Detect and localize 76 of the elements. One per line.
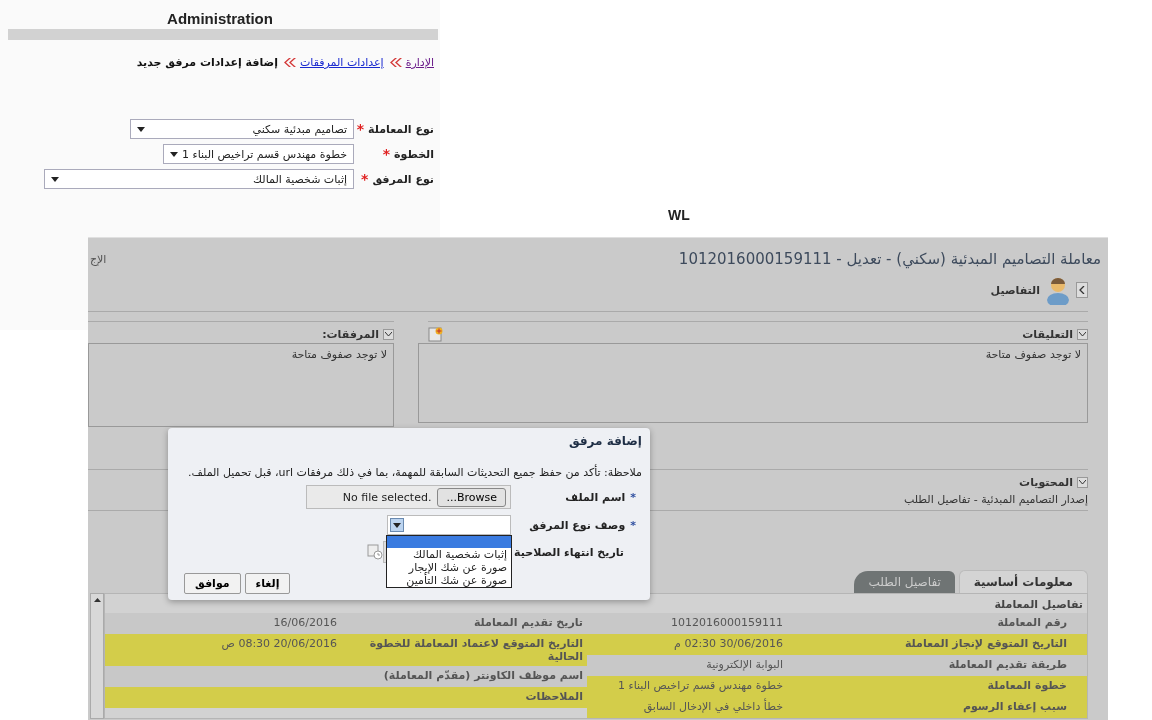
required-mark: *	[382, 146, 391, 162]
label-cell: التاريخ المتوقع لإنجاز المعاملة	[904, 637, 1067, 650]
caret-icon	[51, 176, 59, 182]
scrollbar[interactable]	[90, 593, 104, 719]
section-title: Administration	[167, 10, 273, 27]
caret-icon	[170, 151, 178, 157]
caret-icon	[393, 522, 401, 528]
chevron-down-icon	[385, 332, 392, 336]
double-chevron-icon	[282, 58, 296, 67]
label-cell: الملاحظات	[525, 690, 583, 703]
section-header: المحتويات	[1019, 475, 1073, 489]
field-label: نوع المرفق	[372, 172, 434, 186]
label-cell: خطوة المعاملة	[987, 679, 1067, 692]
chevron-down-icon	[1079, 332, 1086, 336]
calendar-icon[interactable]	[367, 544, 383, 560]
dialog-button[interactable]: إلغاء	[244, 573, 291, 594]
person-icon	[1046, 275, 1070, 305]
field-label: تاريخ انتهاء الصلاحية	[514, 545, 624, 559]
up-arrow-icon	[93, 598, 101, 602]
empty-message: لا توجد صفوف متاحة	[291, 348, 387, 361]
value-cell: 16/06/2016	[273, 616, 337, 629]
select-field[interactable]: تصاميم مبدئية سكني	[130, 119, 354, 139]
value-cell: خطوة مهندس قسم تراخيص البناء 1	[618, 679, 783, 692]
section-header: التعليقات	[1022, 327, 1073, 341]
label-cell: رقم المعاملة	[997, 616, 1067, 629]
dropdown-option[interactable]: صورة عن شك التأمين	[387, 574, 511, 587]
label-cell: طريقة تقديم المعاملة	[948, 658, 1067, 671]
value-cell: 30/06/2016 02:30 م	[674, 637, 783, 650]
collapse-button[interactable]	[1077, 476, 1088, 488]
chevron-icon	[1079, 286, 1085, 294]
browse-button[interactable]: Browse...	[437, 487, 506, 507]
section-header: المرفقات:	[322, 327, 379, 341]
caret-icon	[137, 126, 145, 132]
file-field[interactable]: No file selected. Browse...	[306, 485, 511, 509]
value-cell: البوابة الإلكترونية	[706, 658, 783, 671]
expand-button[interactable]	[1076, 282, 1088, 298]
required-mark: *	[356, 121, 365, 137]
empty-message: لا توجد صفوف متاحة	[985, 348, 1081, 361]
label-cell: اسم موظف الكاونتر (مقدّم المعاملة)	[383, 669, 583, 682]
label-cell: التاريخ المتوقع لاعتماد المعاملة للخطوة الحالية	[369, 637, 583, 663]
value-cell: 20/06/2016 08:30 ص	[221, 637, 337, 650]
label-cell: سبب إعفاء الرسوم	[962, 700, 1067, 713]
field-label: الخطوة	[394, 147, 434, 161]
collapse-button[interactable]	[383, 328, 394, 340]
section-subtitle: إصدار التصاميم المبدئية - تفاصيل الطلب	[903, 493, 1088, 506]
file-status: No file selected.	[342, 490, 432, 504]
add-note-icon[interactable]	[428, 326, 444, 342]
select-field[interactable]	[387, 515, 511, 535]
field-label: وصف نوع المرفق	[529, 518, 626, 532]
breadcrumb-link[interactable]: إعدادات المرفقات	[300, 56, 384, 69]
collapse-button[interactable]	[1077, 328, 1088, 340]
section-title: WL	[668, 207, 690, 223]
table-title: تفاصيل المعاملة	[994, 598, 1083, 611]
select-field[interactable]: إثبات شخصية المالك	[44, 169, 354, 189]
chevron-down-icon	[1079, 480, 1086, 484]
dropdown-option[interactable]: إثبات شخصية المالك	[387, 548, 511, 561]
dialog-title: إضافة مرفق	[568, 434, 642, 448]
value-cell: 1012016000159111	[671, 616, 783, 629]
required-mark: *	[361, 171, 369, 187]
dropdown-option[interactable]: صورة عن شك الإيجار	[387, 561, 511, 574]
tab[interactable]: معلومات أساسية	[958, 570, 1088, 593]
required-mark: *	[630, 490, 636, 504]
required-mark: *	[630, 518, 636, 532]
select-field[interactable]: خطوة مهندس قسم تراخيص البناء 1	[163, 144, 354, 164]
double-chevron-icon	[387, 58, 402, 67]
menu-text: الإج	[89, 252, 107, 266]
field-label: اسم الملف	[565, 490, 626, 504]
label-cell: تاريخ تقديم المعاملة	[473, 616, 583, 629]
details-link[interactable]: التفاصيل	[990, 283, 1040, 297]
page-title: معاملة التصاميم المبدئية (سكني) - تعديل - 1012016000159111	[678, 250, 1101, 268]
field-label: نوع المعاملة	[368, 122, 434, 136]
breadcrumb-link[interactable]: الإدارة	[405, 56, 434, 69]
dialog-button[interactable]: موافق	[184, 573, 241, 594]
breadcrumb-current: إضافة إعدادات مرفق جديد	[136, 56, 278, 69]
value-cell: خطأ داخلي في الإدخال السابق	[643, 700, 783, 713]
note-text: ملاحظة: تأكد من حفظ جميع التحديثات السابقة للمهمة، بما في ذلك مرفقات url، قبل تحميل الملف.	[188, 466, 642, 479]
